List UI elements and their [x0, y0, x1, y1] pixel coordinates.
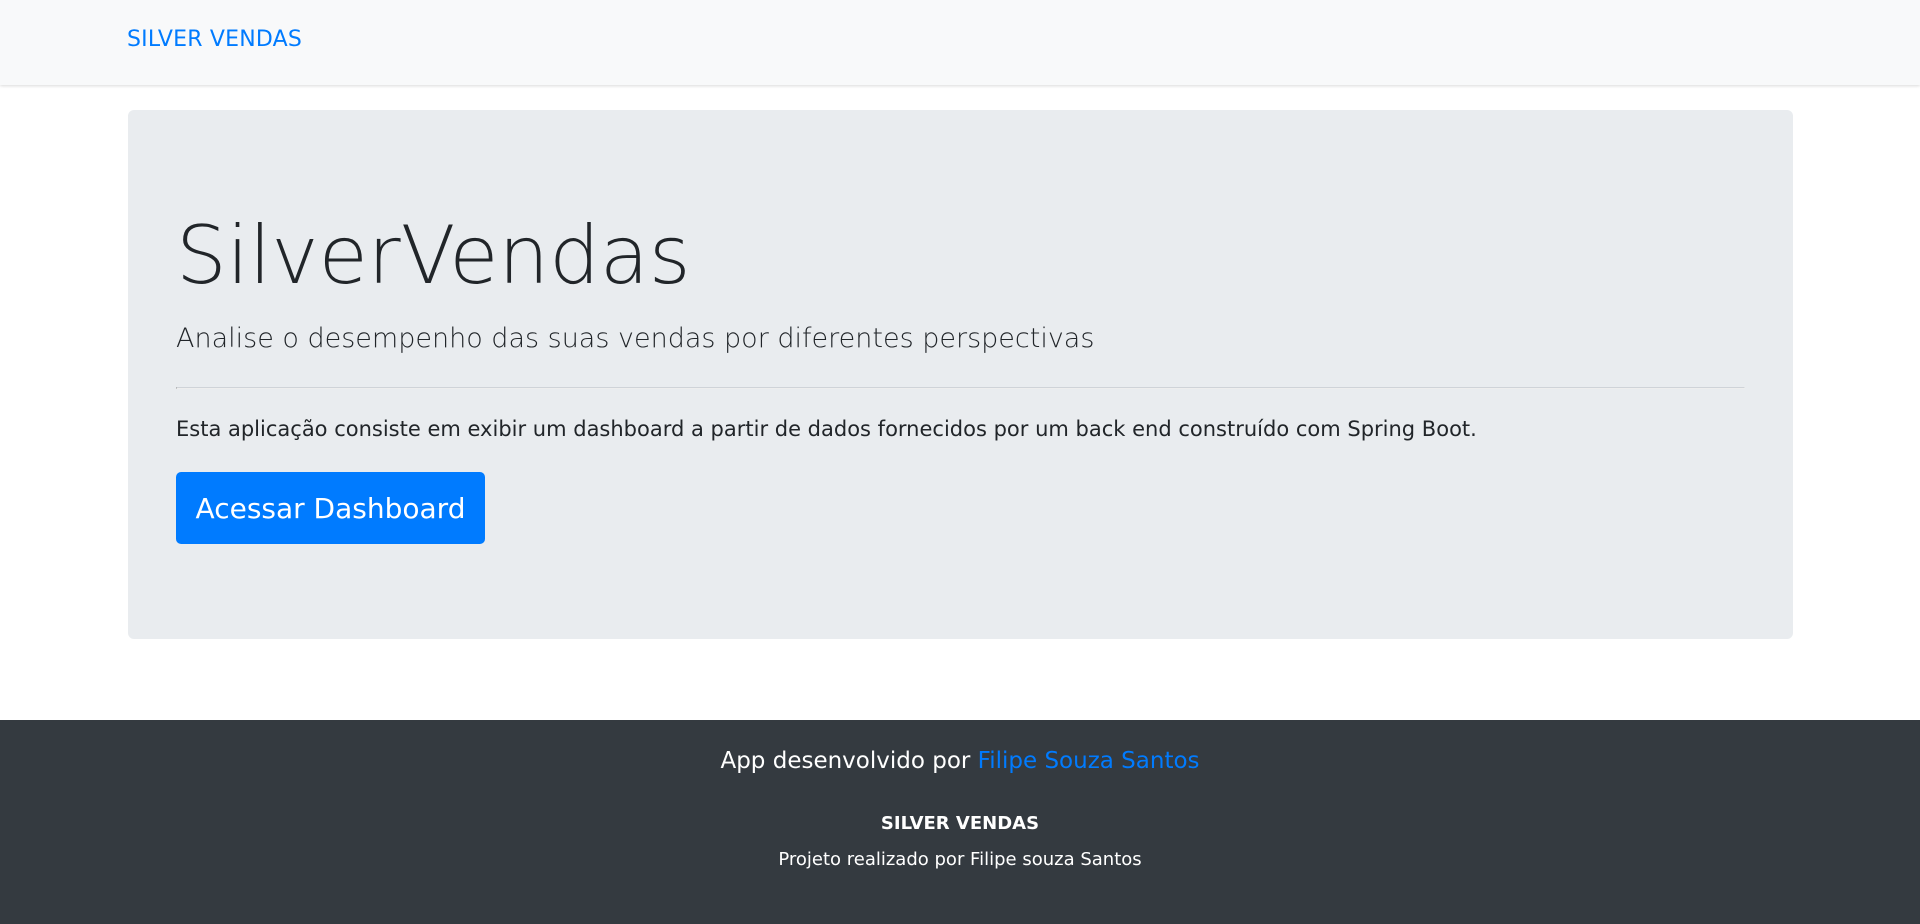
access-dashboard-button[interactable]: Acessar Dashboard	[176, 472, 485, 544]
footer-brand: SILVER VENDAS	[880, 813, 1040, 834]
footer-project-text: Projeto realizado por Filipe souza Santo…	[778, 849, 1142, 870]
navbar-brand-link[interactable]: SILVER VENDAS	[127, 27, 302, 52]
navbar: SILVER VENDAS	[0, 0, 1920, 85]
footer-author-link[interactable]: Filipe Souza Santos	[978, 748, 1200, 774]
hero-divider	[176, 387, 1745, 389]
footer: App desenvolvido por Filipe Souza Santos…	[0, 720, 1920, 924]
hero-title: SilverVendas	[176, 209, 691, 302]
footer-credit: App desenvolvido por Filipe Souza Santos	[0, 748, 1920, 774]
footer-credit-prefix: App desenvolvido por	[720, 748, 978, 774]
hero-jumbotron: SilverVendas Analise o desempenho das su…	[128, 110, 1793, 639]
hero-description: Esta aplicação consiste em exibir um das…	[176, 417, 1477, 441]
hero-lead: Analise o desempenho das suas vendas por…	[176, 323, 1095, 354]
